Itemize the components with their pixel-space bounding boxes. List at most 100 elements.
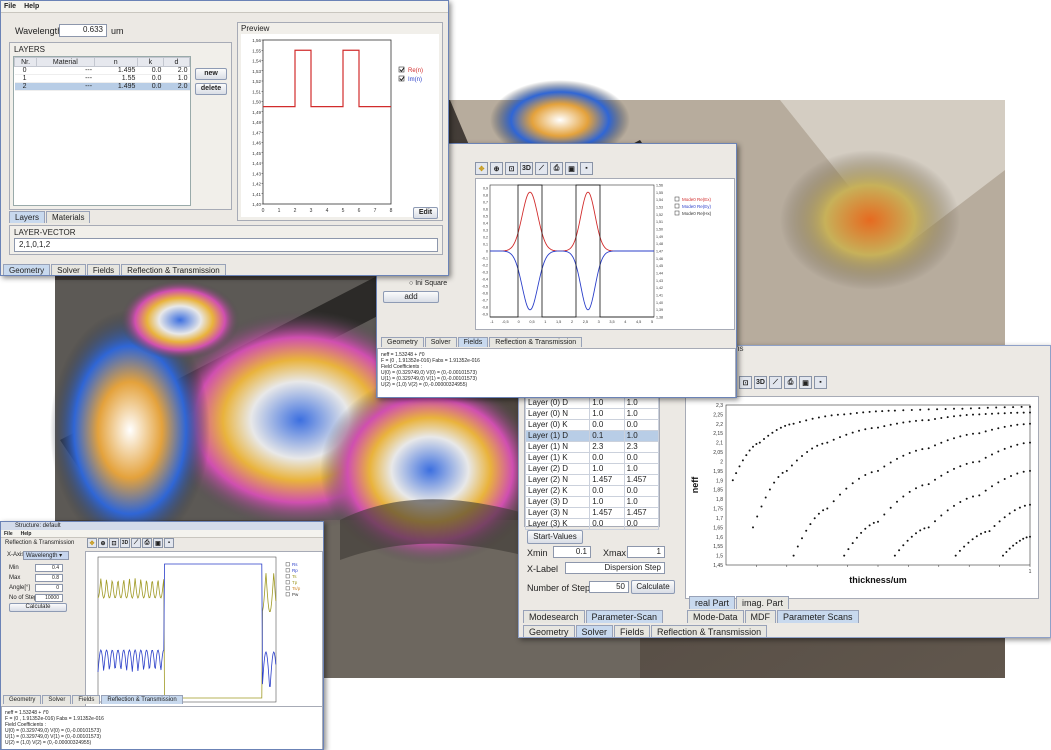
tab-solver[interactable]: Solver [42,695,72,704]
tab-reflection-transmission[interactable]: Reflection & Transmission [489,337,583,347]
pan-icon[interactable]: ✥ [475,162,488,175]
min-field[interactable]: 0.4 [35,564,63,572]
menu-file[interactable]: File [4,531,13,537]
menu-help[interactable]: Help [21,531,32,537]
tab-reflection-transmission[interactable]: Reflection & Transmission [101,695,183,704]
delete-button[interactable]: delete [195,83,227,95]
menu-help[interactable]: Help [24,3,39,10]
x-tick-label: 0 [518,320,520,324]
tab-geometry[interactable]: Geometry [3,695,42,704]
table-row[interactable]: Layer (3) N 1.457 1.457 [524,507,660,519]
pan-icon[interactable]: ✥ [87,538,97,548]
table-row[interactable]: Layer (0) D 1.0 1.0 [524,397,660,409]
data-point [868,524,871,527]
xmax-field[interactable]: 1 [627,546,665,558]
tab-geometry[interactable]: Geometry [381,337,424,347]
tab-modesearch[interactable]: Modesearch [523,610,585,623]
column-header[interactable]: k [136,57,164,67]
print-icon[interactable]: ⎙ [550,162,563,175]
zoom-fit-icon[interactable]: ⊡ [109,538,119,548]
3d-icon[interactable]: 3D [120,538,130,548]
data-point [958,549,961,552]
table-row[interactable]: Layer (3) K 0.0 0.0 [524,518,660,530]
tab-fields[interactable]: Fields [614,625,651,637]
axes-icon[interactable]: ⟋ [769,376,782,389]
data-point [777,476,780,478]
angle-field[interactable]: 0 [35,584,63,592]
tab-reflection-transmission[interactable]: Reflection & Transmission [651,625,768,637]
x-tick-label: 2 [571,320,573,324]
tab-fields[interactable]: Fields [86,264,121,275]
layers-table[interactable]: Nr. Material n k d 0 --- 1.495 0.0 2.0 1 --- 1.55 0.0… [13,57,191,91]
export-image-icon[interactable]: ▣ [153,538,163,548]
save-icon[interactable]: ▪ [580,162,593,175]
column-header[interactable]: n [93,57,138,67]
table-row[interactable]: 2 --- 1.495 0.0 2.0 [14,82,190,91]
axes-icon[interactable]: ⟋ [535,162,548,175]
menu-file[interactable]: File [4,3,16,10]
tab-fields[interactable]: Fields [457,337,489,347]
table-row[interactable]: Layer (2) D 1.0 1.0 [524,463,660,475]
column-header[interactable]: d [162,57,191,67]
export-image-icon[interactable]: ▣ [799,376,812,389]
parameter-table[interactable]: 1.01.0Layer (0) D1.01.0Layer (0) N1.01.0… [524,391,660,530]
save-icon[interactable]: ▪ [814,376,827,389]
xmin-field[interactable]: 0.1 [553,546,591,558]
tab-mdf[interactable]: MDF [744,610,777,623]
table-row[interactable]: Layer (3) D 1.0 1.0 [524,496,660,508]
new-button[interactable]: new [195,68,227,80]
tab-solver[interactable]: Solver [51,264,86,275]
zoom-fit-icon[interactable]: ⊡ [505,162,518,175]
table-row[interactable]: 0 --- 1.495 0.0 2.0 [14,66,190,75]
3d-icon[interactable]: 3D [754,376,767,389]
tab-imag-part[interactable]: imag. Part [736,596,790,609]
print-icon[interactable]: ⎙ [142,538,152,548]
zoom-in-icon[interactable]: ⊕ [98,538,108,548]
tab-parameter-scans[interactable]: Parameter Scans [777,610,859,623]
tab-geometry[interactable]: Geometry [523,625,575,637]
export-image-icon[interactable]: ▣ [565,162,578,175]
zoom-in-icon[interactable]: ⊕ [490,162,503,175]
save-icon[interactable]: ▪ [164,538,174,548]
steps-field[interactable]: 50 [589,581,629,593]
tab-solver[interactable]: Solver [575,625,614,637]
table-row[interactable]: Layer (1) K 0.0 0.0 [524,452,660,464]
3d-icon[interactable]: 3D [520,162,533,175]
tab-geometry[interactable]: Geometry [3,264,51,275]
tab-materials[interactable]: Materials [46,211,91,223]
xlabel-field[interactable]: Dispersion Step [565,562,665,574]
table-row[interactable]: Layer (1) D 0.1 1.0 [524,430,660,442]
scan-chart-panel: 2,3 2,25 2,2 2,15 2,1 2,05 2 1,95 1,9 1,85 1,8 1,75… [685,396,1039,599]
calculate-button[interactable]: Calculate [9,603,67,612]
calculate-button[interactable]: Calculate [631,580,675,594]
tab-mode-data[interactable]: Mode-Data [687,610,744,623]
zoom-fit-icon[interactable]: ⊡ [739,376,752,389]
table-row[interactable]: Layer (0) N 1.0 1.0 [524,408,660,420]
steps-field[interactable]: 10000 [35,594,63,602]
add-button[interactable]: add [383,291,439,303]
table-row[interactable]: Layer (1) N 2.3 2.3 [524,441,660,453]
tab-solver[interactable]: Solver [424,337,457,347]
start-values-button[interactable]: Start-Values [527,530,583,544]
data-point [870,427,873,430]
tab-parameter-scan[interactable]: Parameter-Scan [585,610,664,623]
xaxis-select[interactable]: Wavelength ▾ [23,551,69,560]
max-field[interactable]: 0.8 [35,574,63,582]
edit-button[interactable]: Edit [413,207,438,219]
column-header[interactable]: Nr. [13,57,38,67]
column-header[interactable]: Material [36,57,95,67]
x-tick-label: 2,5 [583,320,588,324]
table-row[interactable]: Layer (0) K 0.0 0.0 [524,419,660,431]
table-row[interactable]: 1 --- 1.55 0.0 1.0 [14,74,190,83]
tab-real-part[interactable]: real Part [689,596,736,609]
tab-fields[interactable]: Fields [72,695,101,704]
axes-icon[interactable]: ⟋ [131,538,141,548]
wavelength-field[interactable]: 0.633 [59,24,107,37]
print-icon[interactable]: ⎙ [784,376,797,389]
tab-layers[interactable]: Layers [9,211,46,223]
ini-square-radio[interactable]: ○ Ini Square [409,280,447,287]
table-row[interactable]: Layer (2) K 0.0 0.0 [524,485,660,497]
layer-vector-field[interactable]: 2,1,0,1,2 [14,238,438,252]
table-row[interactable]: Layer (2) N 1.457 1.457 [524,474,660,486]
tab-reflection-transmission[interactable]: Reflection & Transmission [121,264,226,275]
